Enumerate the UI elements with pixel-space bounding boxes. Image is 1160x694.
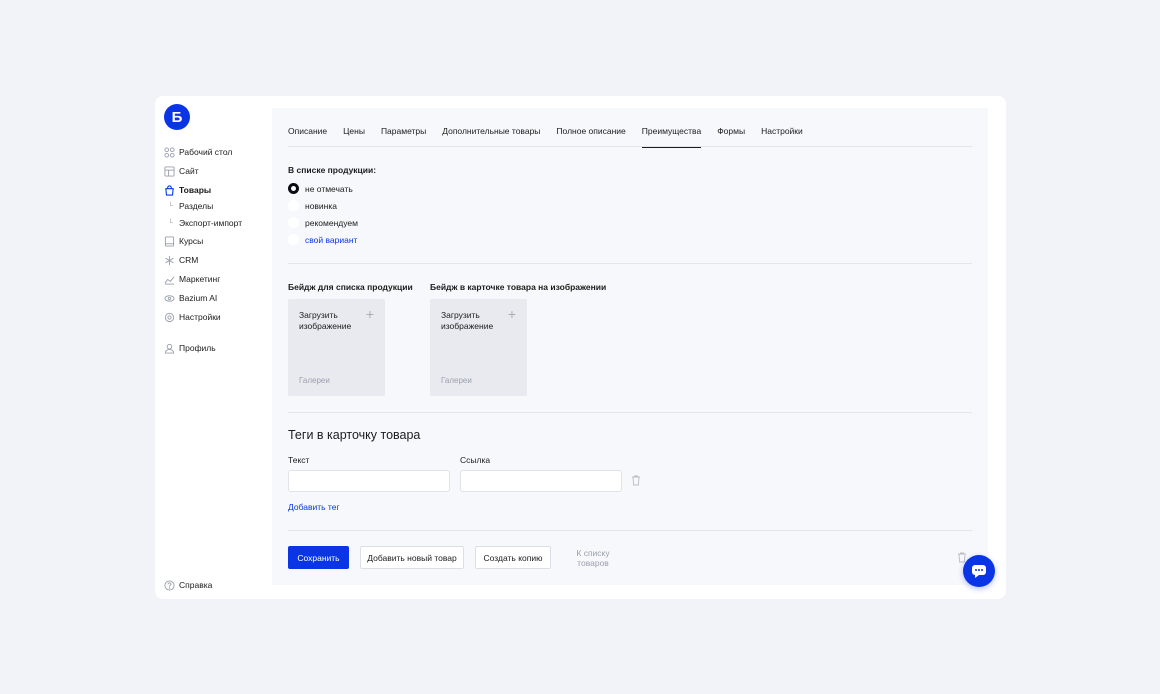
badge-card-upload[interactable]: Загрузить изображение + Галереи — [430, 299, 527, 396]
product-list-title: В списке продукции: — [288, 165, 377, 175]
sidebar-item-dashboard[interactable]: Рабочий стол — [164, 144, 232, 160]
add-new-product-button[interactable]: Добавить новый товар — [360, 546, 464, 569]
tag-link-label: Ссылка — [460, 455, 491, 465]
back-to-list-button[interactable]: К списку товаров — [560, 546, 626, 569]
tab-settings[interactable]: Настройки — [761, 122, 803, 147]
branch-icon: └ — [168, 219, 173, 227]
radio-selected-indicator — [288, 183, 299, 194]
save-button[interactable]: Сохранить — [288, 546, 349, 569]
sidebar-item-help[interactable]: Справка — [164, 577, 212, 593]
layout-icon — [164, 165, 175, 177]
tags-title: Теги в карточку товара — [288, 428, 421, 442]
create-copy-button[interactable]: Создать копию — [475, 546, 551, 569]
radio-custom[interactable]: свой вариант — [288, 233, 357, 246]
tab-bar: Описание Цены Параметры Дополнительные т… — [288, 122, 819, 148]
radio-indicator — [288, 234, 299, 245]
plus-icon: + — [365, 306, 374, 322]
logo[interactable]: Б — [164, 104, 190, 130]
upload-label: Загрузить изображение — [441, 310, 494, 331]
upload-label: Загрузить изображение — [299, 310, 352, 331]
badge-card-title: Бейдж в карточке товара на изображении — [430, 282, 607, 292]
tab-description[interactable]: Описание — [288, 122, 327, 147]
tab-parameters[interactable]: Параметры — [381, 122, 426, 147]
divider — [288, 530, 972, 531]
radio-indicator — [288, 217, 299, 228]
tab-prices[interactable]: Цены — [343, 122, 365, 147]
gallery-link[interactable]: Галереи — [299, 376, 330, 385]
divider — [288, 263, 972, 264]
tabs-divider — [288, 146, 972, 147]
chat-icon — [972, 564, 986, 578]
sidebar-subitem-export-import[interactable]: └ Экспорт-импорт — [168, 216, 242, 230]
sidebar-item-marketing[interactable]: Маркетинг — [164, 271, 220, 287]
radio-none[interactable]: не отмечать — [288, 182, 353, 195]
ai-icon — [164, 293, 175, 304]
tab-forms[interactable]: Формы — [717, 122, 745, 147]
help-icon — [164, 579, 175, 591]
book-icon — [164, 235, 175, 247]
add-tag-link[interactable]: Добавить тег — [288, 502, 340, 512]
sidebar-item-site[interactable]: Сайт — [164, 163, 199, 179]
branch-icon: └ — [168, 202, 173, 210]
plus-icon: + — [507, 306, 516, 322]
gallery-link[interactable]: Галереи — [441, 376, 472, 385]
radio-new[interactable]: новинка — [288, 199, 337, 212]
divider — [288, 412, 972, 413]
user-icon — [164, 343, 175, 354]
tab-additional-products[interactable]: Дополнительные товары — [442, 122, 540, 147]
chart-icon — [164, 274, 175, 285]
tag-text-label: Текст — [288, 455, 310, 465]
asterisk-icon — [164, 255, 175, 266]
tab-full-description[interactable]: Полное описание — [556, 122, 625, 147]
sidebar-item-profile[interactable]: Профиль — [164, 340, 216, 356]
tag-link-input[interactable] — [460, 470, 622, 492]
trash-icon[interactable] — [631, 475, 641, 486]
sidebar-item-settings[interactable]: Настройки — [164, 309, 221, 325]
tab-advantages[interactable]: Преимущества — [641, 122, 702, 148]
radio-recommended[interactable]: рекомендуем — [288, 216, 358, 229]
sidebar-item-bazium-ai[interactable]: Bazium AI — [164, 290, 217, 306]
gear-icon — [164, 312, 175, 323]
sidebar-item-crm[interactable]: CRM — [164, 252, 198, 268]
sidebar-subitem-sections[interactable]: └ Разделы — [168, 199, 213, 213]
sidebar-item-courses[interactable]: Курсы — [164, 233, 203, 249]
tag-text-input[interactable] — [288, 470, 450, 492]
badge-list-title: Бейдж для списка продукции — [288, 282, 413, 292]
badge-list-upload[interactable]: Загрузить изображение + Галереи — [288, 299, 385, 396]
grid-icon — [164, 146, 175, 158]
chat-button[interactable] — [963, 555, 995, 587]
radio-indicator — [288, 200, 299, 211]
sidebar-item-products[interactable]: Товары — [164, 182, 211, 198]
bag-icon — [164, 184, 175, 196]
